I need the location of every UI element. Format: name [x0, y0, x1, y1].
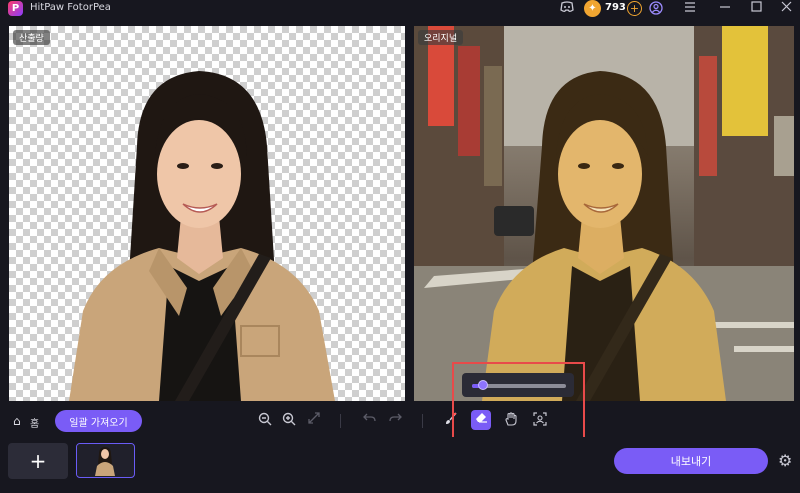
- zoom-out-icon[interactable]: [256, 412, 274, 430]
- add-image-button[interactable]: +: [8, 443, 68, 479]
- output-label: 산출량: [13, 30, 50, 45]
- maximize-icon[interactable]: [748, 1, 764, 17]
- close-icon[interactable]: [778, 1, 794, 17]
- user-icon[interactable]: [648, 1, 664, 17]
- toolbar-divider: [340, 414, 341, 428]
- credit-count: 793: [605, 2, 626, 13]
- export-button[interactable]: 내보내기: [614, 448, 768, 474]
- batch-import-button[interactable]: 일괄 가져오기: [55, 410, 142, 432]
- thumbnail-image: [77, 444, 133, 476]
- original-label: 오리지널: [418, 30, 464, 45]
- app-title: HitPaw FotorPea: [30, 2, 111, 13]
- app-logo-icon: P: [8, 1, 23, 16]
- add-credit-icon[interactable]: +: [627, 1, 642, 16]
- minimize-icon[interactable]: [717, 1, 733, 17]
- title-bar: P HitPaw FotorPea ✦ 793 +: [0, 0, 800, 18]
- original-photo-image: [414, 26, 794, 401]
- toolbar-divider: [422, 414, 423, 428]
- home-icon[interactable]: ⌂: [13, 414, 21, 428]
- menu-icon[interactable]: [682, 1, 698, 17]
- tool-highlight-frame: [452, 362, 585, 440]
- original-preview-panel[interactable]: 오리지널: [414, 26, 794, 401]
- discord-icon[interactable]: [559, 1, 575, 17]
- output-preview-panel[interactable]: 산출량: [9, 26, 405, 401]
- subject-cutout-image: [69, 71, 335, 401]
- coin-avatar-icon[interactable]: ✦: [584, 0, 601, 17]
- settings-gear-icon[interactable]: ⚙: [778, 451, 792, 470]
- image-thumbnail[interactable]: [76, 443, 135, 478]
- undo-icon[interactable]: [360, 412, 378, 430]
- zoom-in-icon[interactable]: [280, 412, 298, 430]
- fit-screen-icon[interactable]: [305, 412, 323, 430]
- home-label[interactable]: 홈: [30, 415, 39, 430]
- redo-icon[interactable]: [386, 412, 404, 430]
